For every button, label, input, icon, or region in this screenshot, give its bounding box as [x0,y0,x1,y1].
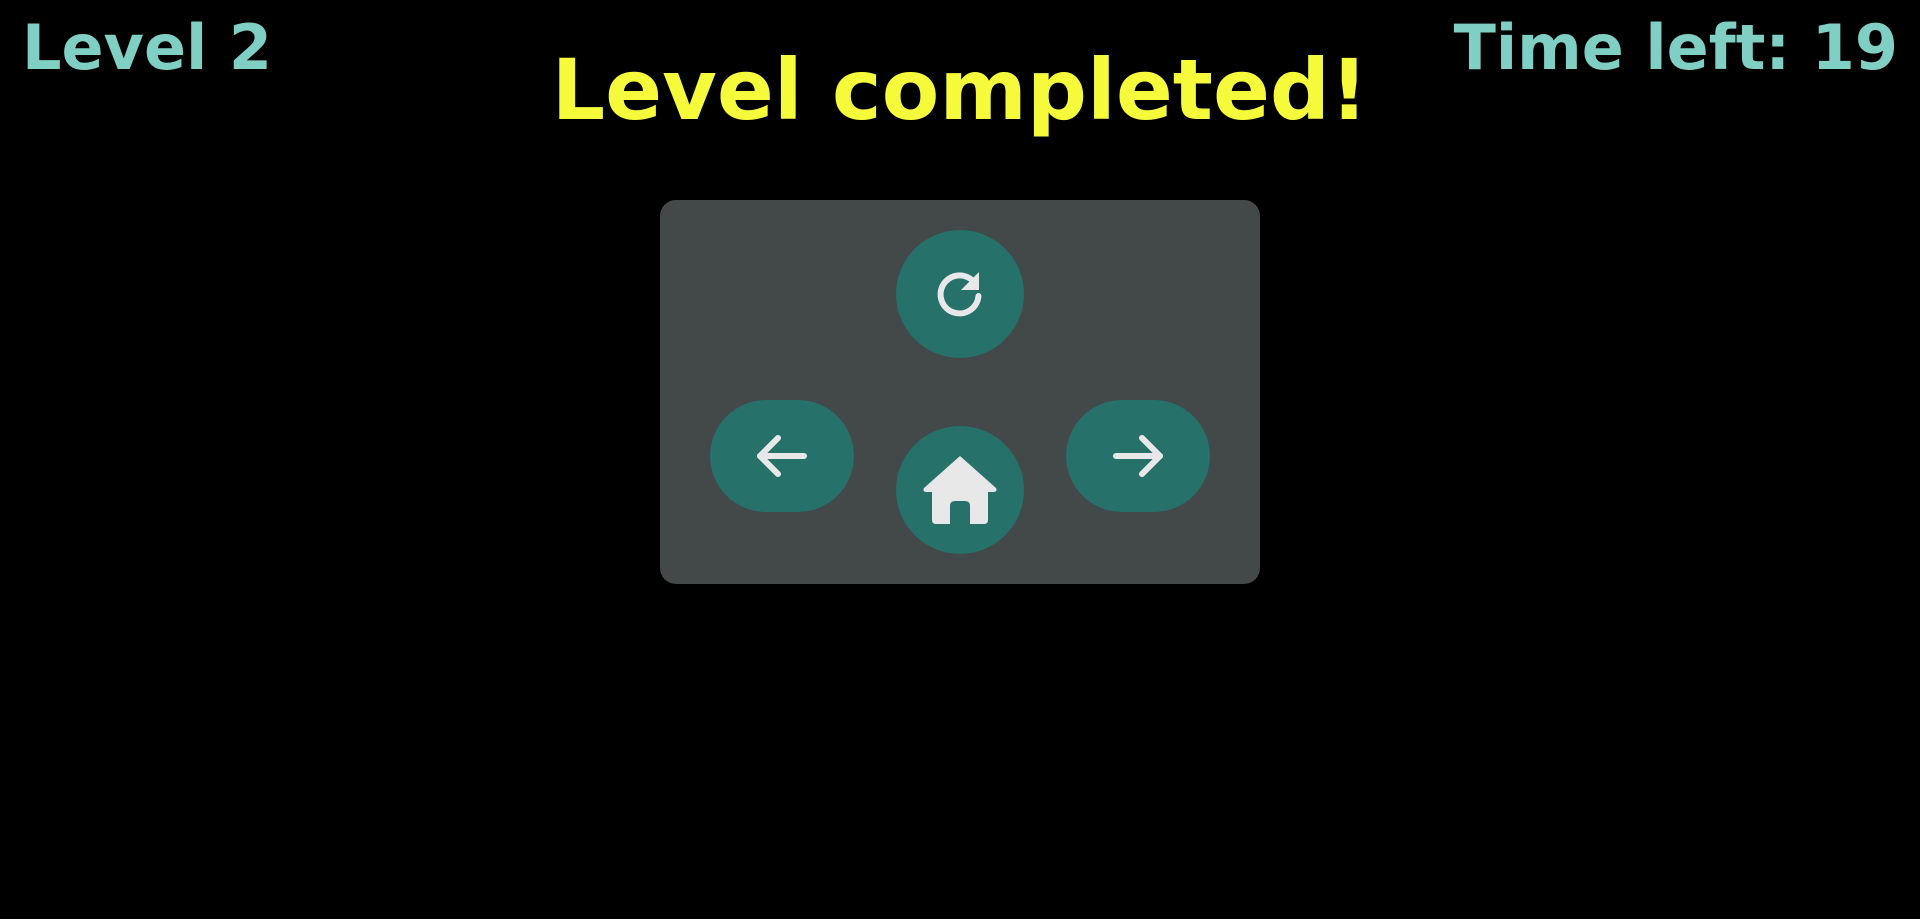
next-level-button[interactable] [1066,400,1210,512]
restart-button[interactable] [896,230,1024,358]
home-icon [918,448,1002,532]
game-screen: Level 2 Time left: 19 Level completed! [0,0,1920,919]
home-button[interactable] [896,426,1024,554]
arrow-right-icon [1106,424,1170,488]
restart-icon [928,262,992,326]
level-completed-title: Level completed! [551,41,1369,139]
arrow-left-icon [750,424,814,488]
level-complete-menu [660,200,1260,584]
previous-level-button[interactable] [710,400,854,512]
